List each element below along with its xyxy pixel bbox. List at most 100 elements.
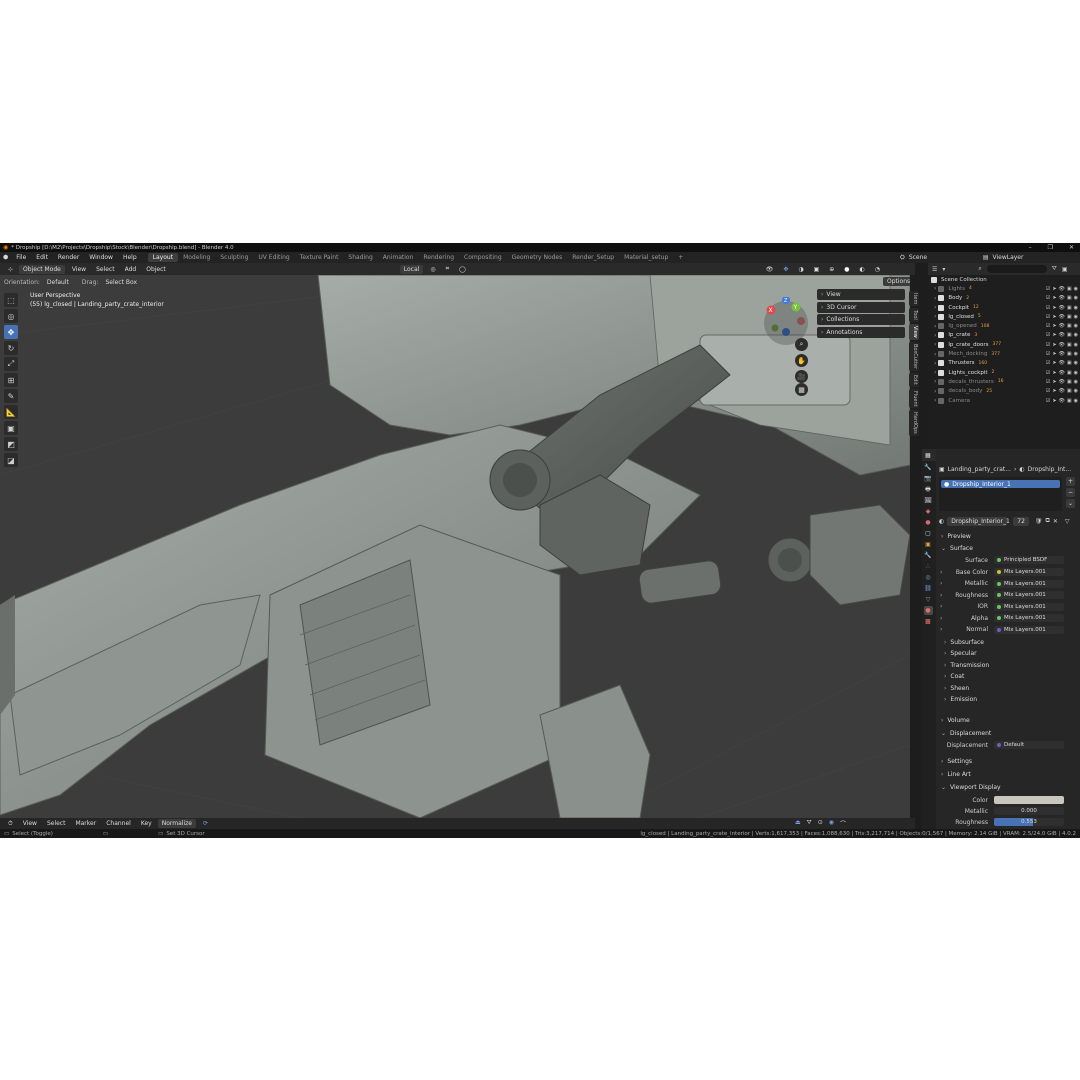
outliner-search-input[interactable]: [986, 265, 1047, 273]
breadcrumb-object[interactable]: Landing_party_crat...: [948, 466, 1011, 473]
close-button[interactable]: ✕: [1069, 244, 1074, 251]
shader-input-field[interactable]: Mix Layers.001: [994, 568, 1064, 576]
tab-material-setup[interactable]: Material_setup: [619, 253, 673, 262]
expand-arrow-icon[interactable]: ›: [934, 397, 936, 404]
exclude-checkbox-icon[interactable]: ☑: [1046, 351, 1050, 357]
properties-editor-icon[interactable]: ▦: [925, 452, 931, 459]
exclude-checkbox-icon[interactable]: ☑: [1046, 379, 1050, 385]
holdout-icon[interactable]: ◉: [1074, 388, 1078, 394]
exclude-checkbox-icon[interactable]: ☑: [1046, 360, 1050, 366]
camera-view-icon[interactable]: 🎥: [795, 370, 808, 383]
annotate-tool-icon[interactable]: ✎: [4, 389, 18, 403]
select-box-tool-icon[interactable]: ⬚: [4, 293, 18, 307]
expand-arrow-icon[interactable]: ›: [934, 323, 936, 330]
exclude-checkbox-icon[interactable]: ☑: [1046, 323, 1050, 329]
expand-arrow-icon[interactable]: ›: [934, 341, 936, 348]
world-tab-icon[interactable]: ●: [924, 518, 933, 527]
modifier-tab-icon[interactable]: 🔧: [924, 551, 933, 560]
holdout-icon[interactable]: ◉: [1074, 305, 1078, 311]
camera-icon[interactable]: ▣: [1067, 295, 1072, 301]
camera-icon[interactable]: ▣: [1067, 351, 1072, 357]
holdout-icon[interactable]: ◉: [1074, 370, 1078, 376]
transform-orientation-dropdown[interactable]: Local: [399, 264, 424, 274]
snap-icon[interactable]: ⌗: [442, 264, 453, 274]
unlink-material-icon[interactable]: ✕: [1053, 518, 1058, 525]
holdout-icon[interactable]: ◉: [1074, 295, 1078, 301]
view-layer-selector[interactable]: ViewLayer: [992, 254, 1023, 261]
tab-modeling[interactable]: Modeling: [178, 253, 215, 262]
shader-input-field[interactable]: Mix Layers.001: [994, 602, 1064, 611]
selectable-icon[interactable]: ➤: [1052, 388, 1056, 394]
physics-tab-icon[interactable]: ◎: [924, 573, 933, 582]
exclude-checkbox-icon[interactable]: ☑: [1046, 305, 1050, 311]
search-icon[interactable]: ⌕: [978, 265, 981, 273]
shader-subpanel[interactable]: › Emission: [936, 695, 1080, 705]
exclude-checkbox-icon[interactable]: ☑: [1046, 370, 1050, 376]
holdout-icon[interactable]: ◉: [1074, 351, 1078, 357]
expand-arrow-icon[interactable]: ›: [934, 285, 936, 292]
timeline-view-menu[interactable]: View: [19, 819, 41, 828]
camera-icon[interactable]: ▣: [1067, 314, 1072, 320]
material-name-field[interactable]: Dropship_Interior_1: [947, 516, 1010, 526]
shader-subpanel[interactable]: › Specular: [936, 649, 1080, 659]
fake-user-icon[interactable]: 🛡: [1035, 518, 1043, 525]
link-filter-icon[interactable]: ▽: [1065, 518, 1070, 525]
outliner-item[interactable]: › lg_opened 108 ☑ ➤ 👁 ▣ ◉: [928, 321, 1080, 330]
measure-tool-icon[interactable]: 📐: [4, 405, 18, 419]
ortho-toggle-icon[interactable]: ▦: [795, 383, 808, 396]
expand-arrow-icon[interactable]: ›: [934, 313, 936, 320]
npanel-collections[interactable]: › Collections: [817, 314, 905, 325]
outliner-item[interactable]: › Lights_cockpit 2 ☑ ➤ 👁 ▣ ◉: [928, 368, 1080, 377]
selectable-icon[interactable]: ➤: [1052, 332, 1056, 338]
exclude-checkbox-icon[interactable]: ☑: [1046, 314, 1050, 320]
display-mode-icon[interactable]: ▾: [942, 266, 945, 273]
funnel-icon[interactable]: ⛛: [807, 819, 812, 828]
npanel-view[interactable]: › View: [817, 289, 905, 300]
camera-icon[interactable]: ▣: [1067, 379, 1072, 385]
shading-material-icon[interactable]: ◐: [856, 265, 869, 274]
orientation-dropdown[interactable]: Default: [42, 277, 73, 287]
selectable-icon[interactable]: ➤: [1052, 398, 1056, 404]
add-menu[interactable]: Add: [121, 265, 141, 274]
shader-subpanel[interactable]: › Subsurface: [936, 637, 1080, 647]
transform-tool-icon[interactable]: ⊞: [4, 373, 18, 387]
menu-render[interactable]: Render: [53, 254, 84, 261]
expand-arrow-icon[interactable]: ›: [934, 351, 936, 358]
npanel-3d-cursor[interactable]: › 3D Cursor: [817, 301, 905, 313]
eye-icon[interactable]: 👁: [1059, 295, 1065, 301]
shader-input-field[interactable]: Mix Layers.001: [994, 579, 1064, 588]
npanel-tab-item[interactable]: Item: [909, 291, 919, 307]
expand-arrow-icon[interactable]: ›: [934, 295, 936, 302]
holdout-icon[interactable]: ◉: [1074, 332, 1078, 338]
tab-rendering[interactable]: Rendering: [418, 253, 459, 262]
camera-icon[interactable]: ▣: [1067, 342, 1072, 348]
object-tab-icon[interactable]: ▣: [924, 540, 933, 549]
eye-icon[interactable]: 👁: [1059, 360, 1065, 366]
blender-menu-icon[interactable]: ⬢: [3, 254, 8, 261]
expand-arrow-icon[interactable]: ›: [934, 369, 936, 376]
menu-window[interactable]: Window: [84, 254, 118, 261]
visibility-icon[interactable]: 👁: [762, 265, 778, 274]
3d-viewport[interactable]: User Perspective (55) lg_closed | Landin…: [0, 275, 910, 818]
eye-icon[interactable]: 👁: [1059, 314, 1065, 320]
add-cube-tool-icon[interactable]: ▣: [4, 421, 18, 435]
holdout-icon[interactable]: ◉: [1074, 286, 1078, 292]
expand-arrow-icon[interactable]: ›: [934, 378, 936, 385]
filter-icon[interactable]: ⛛: [1052, 265, 1057, 273]
timeline-key-menu[interactable]: Key: [137, 819, 156, 828]
shader-subpanel[interactable]: › Transmission: [936, 660, 1080, 670]
npanel-tab-view[interactable]: View: [909, 324, 919, 340]
section-settings[interactable]: › Settings: [936, 756, 1080, 766]
camera-icon[interactable]: ▣: [1067, 370, 1072, 376]
tab-animation[interactable]: Animation: [378, 253, 419, 262]
exclude-checkbox-icon[interactable]: ☑: [1046, 342, 1050, 348]
eye-icon[interactable]: 👁: [1059, 342, 1065, 348]
duplicate-material-icon[interactable]: ⧉: [1046, 517, 1050, 525]
collection-tab-icon[interactable]: ▢: [924, 529, 933, 538]
pan-hand-icon[interactable]: ✋: [795, 354, 808, 367]
menu-edit[interactable]: Edit: [31, 254, 53, 261]
holdout-icon[interactable]: ◉: [1074, 398, 1078, 404]
timeline-editor-icon[interactable]: ⏱: [4, 819, 17, 829]
holdout-icon[interactable]: ◉: [1074, 360, 1078, 366]
cursor-tool-icon[interactable]: ◎: [4, 309, 18, 323]
